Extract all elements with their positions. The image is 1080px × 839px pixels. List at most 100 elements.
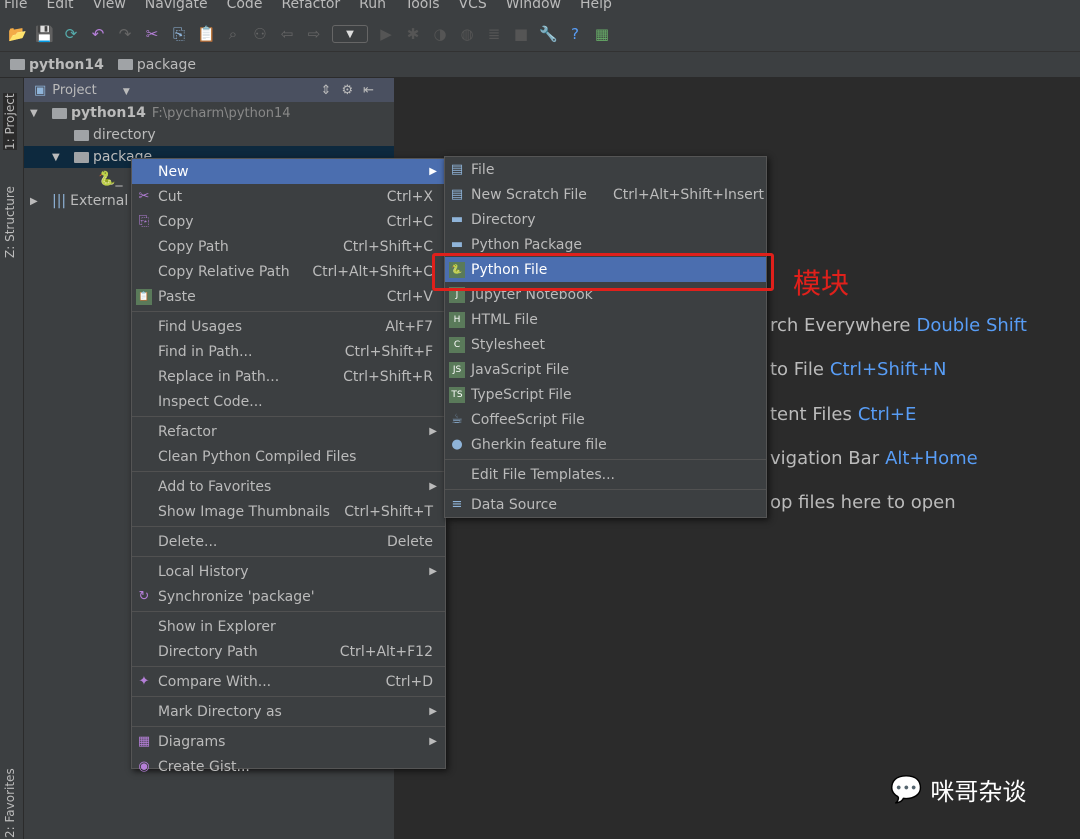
submenu-item-html-file[interactable]: H HTML File — [445, 307, 766, 332]
submenu-item-file[interactable]: ▤ File — [445, 157, 766, 182]
run-icon[interactable]: ▶ — [377, 25, 395, 43]
project-view-dropdown[interactable]: Project ▼ — [52, 83, 130, 98]
menu-item-label: Show in Explorer — [158, 618, 276, 635]
menu-item-label: Copy Path — [158, 238, 229, 255]
open-icon[interactable]: 📂 — [8, 25, 27, 43]
menu-tools[interactable]: Tools — [405, 0, 440, 16]
menu-item-create-gist[interactable]: ◉ Create Gist... — [132, 754, 445, 779]
redo-icon[interactable]: ↷ — [116, 25, 134, 43]
menu-item-new[interactable]: New ▶ — [132, 159, 445, 184]
coverage-icon[interactable]: ◑ — [431, 25, 449, 43]
menu-item-clean-python-compiled-files[interactable]: Clean Python Compiled Files — [132, 444, 445, 469]
menu-item-label: Create Gist... — [158, 758, 250, 775]
sdk-icon[interactable]: ▦ — [593, 25, 611, 43]
menu-item-find-in-path[interactable]: Find in Path... Ctrl+Shift+F — [132, 339, 445, 364]
typescript-file-icon: TS — [449, 386, 465, 403]
hint-shortcut: Alt+Home — [885, 447, 978, 469]
concurrency-icon[interactable]: ≣ — [485, 25, 503, 43]
menu-item-find-usages[interactable]: Find Usages Alt+F7 — [132, 314, 445, 339]
hint-text: op files here to open — [770, 492, 956, 514]
menu-item-label: Stylesheet — [471, 336, 546, 353]
menu-item-show-in-explorer[interactable]: Show in Explorer — [132, 614, 445, 639]
submenu-item-edit-file-templates[interactable]: Edit File Templates... — [445, 462, 766, 487]
menu-item-cut[interactable]: ✂ Cut Ctrl+X — [132, 184, 445, 209]
settings-icon[interactable]: 🔧 — [539, 25, 558, 43]
submenu-item-directory[interactable]: ▬ Directory — [445, 207, 766, 232]
back-icon[interactable]: ⇦ — [278, 25, 296, 43]
submenu-item-stylesheet[interactable]: C Stylesheet — [445, 332, 766, 357]
menu-item-show-image-thumbnails[interactable]: Show Image Thumbnails Ctrl+Shift+T — [132, 499, 445, 524]
panel-actions[interactable]: ⇕⚙⇤ — [321, 83, 384, 98]
debug-icon[interactable]: ✱ — [404, 25, 422, 43]
menu-item-add-to-favorites[interactable]: Add to Favorites ▶ — [132, 474, 445, 499]
menu-item-copy-path[interactable]: Copy Path Ctrl+Shift+C — [132, 234, 445, 259]
menu-item-delete[interactable]: Delete... Delete — [132, 529, 445, 554]
tab-favorites[interactable]: 2: Favorites — [3, 768, 17, 838]
menu-item-replace-in-path[interactable]: Replace in Path... Ctrl+Shift+R — [132, 364, 445, 389]
sync-icon[interactable]: ⟳ — [62, 25, 80, 43]
submenu-item-gherkin-feature-file[interactable]: ● Gherkin feature file — [445, 432, 766, 457]
submenu-item-data-source[interactable]: ≡ Data Source — [445, 492, 766, 517]
menu-file[interactable]: File — [4, 0, 27, 16]
tool-window-stripe: 1: Project Z: Structure 2: Favorites — [0, 78, 24, 839]
menu-item-inspect-code[interactable]: Inspect Code... — [132, 389, 445, 414]
directory-icon: ▬ — [450, 211, 464, 227]
undo-icon[interactable]: ↶ — [89, 25, 107, 43]
wechat-icon: 💬 — [890, 774, 923, 805]
save-icon[interactable]: 💾 — [35, 25, 54, 43]
menu-item-label: CoffeeScript File — [471, 411, 585, 428]
menu-navigate[interactable]: Navigate — [145, 0, 208, 16]
menu-view[interactable]: View — [93, 0, 126, 16]
menu-item-copy[interactable]: ⎘ Copy Ctrl+C — [132, 209, 445, 234]
menu-item-compare-with[interactable]: ✦ Compare With... Ctrl+D — [132, 669, 445, 694]
copy-icon[interactable]: ⎘ — [170, 25, 188, 43]
tree-root[interactable]: ▼ python14 F:\pycharm\python14 — [24, 102, 394, 124]
tree-directory[interactable]: directory — [24, 124, 394, 146]
help-icon[interactable]: ? — [566, 25, 584, 43]
menu-help[interactable]: Help — [580, 0, 612, 16]
paste-icon[interactable]: 📋 — [197, 25, 216, 43]
library-icon: ||| — [52, 193, 67, 209]
breadcrumb-python14[interactable]: python14 — [10, 57, 104, 73]
menu-item-label: New — [158, 163, 189, 180]
context-menu: New ▶ ✂ Cut Ctrl+X ⎘ Copy Ctrl+C Copy Path Ctrl+S… — [131, 158, 446, 775]
menu-item-diagrams[interactable]: ▦ Diagrams ▶ — [132, 729, 445, 754]
diagrams-icon: ▦ — [137, 733, 151, 749]
menu-item-label: Delete... — [158, 533, 218, 550]
submenu-item-new-scratch-file[interactable]: ▤ New Scratch File Ctrl+Alt+Shift+Insert — [445, 182, 766, 207]
menu-item-refactor[interactable]: Refactor ▶ — [132, 419, 445, 444]
menu-item-mark-directory-as[interactable]: Mark Directory as ▶ — [132, 699, 445, 724]
find-icon[interactable]: ⌕ — [224, 25, 242, 43]
menu-item-directory-path[interactable]: Directory Path Ctrl+Alt+F12 — [132, 639, 445, 664]
tab-project[interactable]: 1: Project — [3, 93, 17, 150]
forward-icon[interactable]: ⇨ — [305, 25, 323, 43]
hint-text: vigation Bar — [770, 447, 880, 469]
profile-icon[interactable]: ◍ — [458, 25, 476, 43]
cut-icon[interactable]: ✂ — [143, 25, 161, 43]
stop-icon[interactable]: ■ — [512, 25, 530, 43]
menu-refactor[interactable]: Refactor — [281, 0, 340, 16]
menu-edit[interactable]: Edit — [46, 0, 73, 16]
shortcut-label: Ctrl+Alt+Shift+Insert — [613, 186, 765, 203]
menu-item-copy-relative-path[interactable]: Copy Relative Path Ctrl+Alt+Shift+C — [132, 259, 445, 284]
gherkin-feature-file-icon: ● — [451, 436, 463, 452]
menu-item-synchronize-package[interactable]: ↻ Synchronize 'package' — [132, 584, 445, 609]
menu-window[interactable]: Window — [506, 0, 561, 16]
menu-item-local-history[interactable]: Local History ▶ — [132, 559, 445, 584]
folder-icon — [117, 58, 133, 70]
menu-code[interactable]: Code — [227, 0, 263, 16]
menu-item-label: Find Usages — [158, 318, 243, 335]
menu-item-paste[interactable]: 📋 Paste Ctrl+V — [132, 284, 445, 309]
breadcrumb: python14 package — [0, 52, 1080, 78]
breadcrumb-package[interactable]: package — [117, 57, 196, 73]
hint-shortcut: Ctrl+Shift+N — [829, 359, 947, 381]
replace-icon[interactable]: ⚇ — [251, 25, 269, 43]
submenu-item-javascript-file[interactable]: JS JavaScript File — [445, 357, 766, 382]
submenu-item-coffeescript-file[interactable]: ☕ CoffeeScript File — [445, 407, 766, 432]
python-file-icon: 🐍 — [98, 171, 116, 187]
tab-structure[interactable]: Z: Structure — [3, 186, 17, 258]
menu-run[interactable]: Run — [359, 0, 386, 16]
run-config-dropdown[interactable]: ▼ — [332, 24, 368, 43]
submenu-item-typescript-file[interactable]: TS TypeScript File — [445, 382, 766, 407]
menu-vcs[interactable]: VCS — [459, 0, 487, 16]
